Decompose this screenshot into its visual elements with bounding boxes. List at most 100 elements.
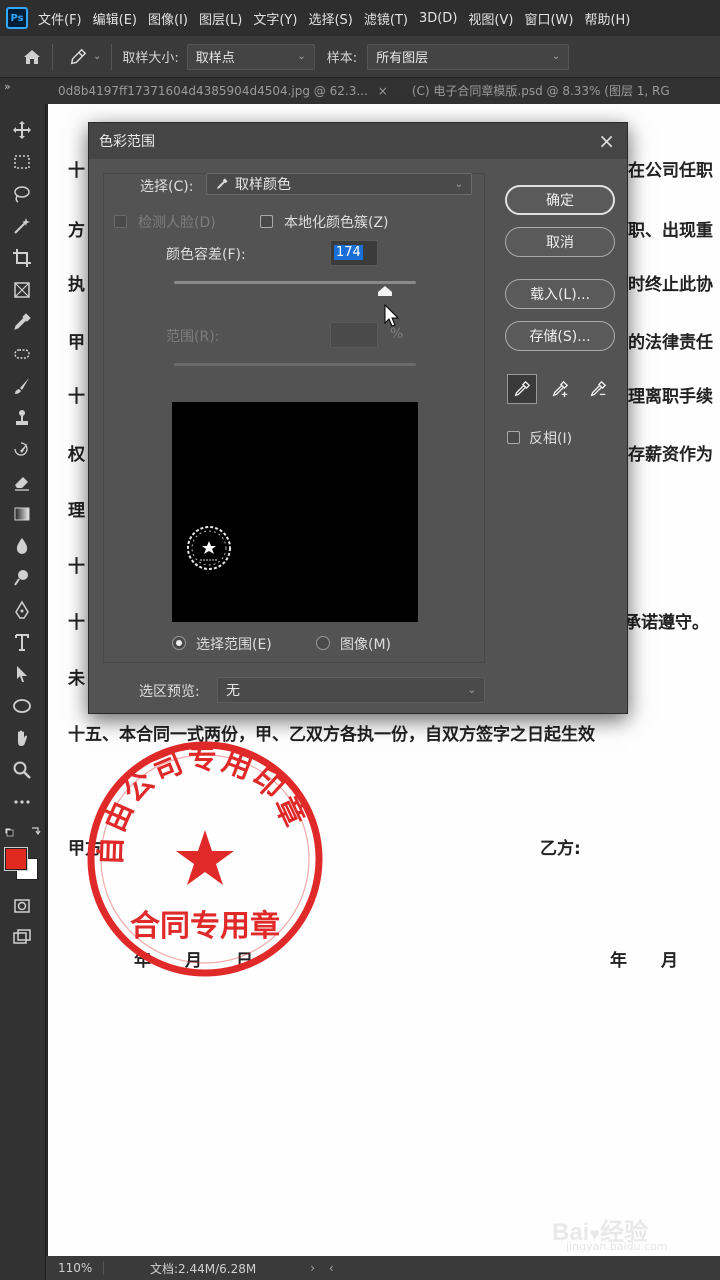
frame-tool-icon[interactable]: [8, 276, 36, 304]
doc-line-5-start: 十: [68, 387, 85, 407]
select-dropdown[interactable]: 取样颜色 ⌄: [206, 173, 472, 195]
blur-tool-icon[interactable]: [8, 532, 36, 560]
brush-tool-icon[interactable]: [8, 372, 36, 400]
doc-line-3-start: 执: [68, 275, 85, 295]
chevron-down-icon: ⌄: [551, 51, 561, 62]
chevron-left-icon[interactable]: ‹: [329, 1261, 334, 1275]
localized-clusters-checkbox[interactable]: [260, 215, 273, 228]
marquee-tool-icon[interactable]: [8, 148, 36, 176]
range-slider-track: [174, 363, 416, 366]
eraser-tool-icon[interactable]: [8, 468, 36, 496]
sample-size-value: 取样点: [195, 51, 235, 66]
path-selection-tool-icon[interactable]: [8, 660, 36, 688]
menu-layer[interactable]: 图层(L): [199, 9, 242, 28]
swap-colors-icon[interactable]: [4, 826, 42, 840]
history-brush-tool-icon[interactable]: [8, 436, 36, 464]
home-icon[interactable]: [22, 47, 42, 67]
lasso-tool-icon[interactable]: [8, 180, 36, 208]
sample-value: 所有图层: [376, 51, 429, 66]
menu-3d[interactable]: 3D(D): [419, 11, 457, 26]
load-button[interactable]: 载入(L)...: [505, 279, 615, 309]
selection-radio-label: 选择范围(E): [196, 637, 272, 653]
tab-document-2[interactable]: (C) 电子合同章模版.psd @ 8.33% (图层 1, RG: [400, 78, 682, 104]
zoom-tool-icon[interactable]: [8, 756, 36, 784]
close-icon[interactable]: ×: [598, 129, 615, 153]
panel-collapse-toggle[interactable]: »: [0, 78, 46, 104]
doc-line-9-start: 十: [68, 613, 85, 633]
watermark-url: jingyan.baidu.com: [566, 1240, 668, 1253]
doc-line-2-end: 职、出现重: [628, 221, 713, 241]
selection-preview-image: [172, 402, 418, 622]
photoshop-logo-icon[interactable]: Ps: [6, 7, 28, 29]
doc-line-4-start: 甲: [68, 333, 85, 353]
chevron-down-icon: ⌄: [467, 684, 476, 696]
sample-dropdown[interactable]: 所有图层 ⌄: [367, 43, 570, 70]
fuzziness-value: 174: [334, 245, 363, 260]
chevron-right-icon[interactable]: ›: [310, 1261, 315, 1275]
selection-preview-label: 选区预览:: [139, 684, 200, 700]
sample-size-dropdown[interactable]: 取样点 ⌄: [186, 43, 315, 70]
menu-filter[interactable]: 滤镜(T): [364, 9, 408, 28]
select-label: 选择(C):: [140, 179, 194, 195]
close-icon[interactable]: ×: [378, 84, 388, 98]
eyedropper-subtract-icon[interactable]: [583, 374, 613, 404]
select-value: 取样颜色: [235, 177, 291, 193]
chevron-down-icon: ⌄: [297, 51, 306, 62]
selection-radio[interactable]: [172, 636, 186, 650]
image-radio[interactable]: [316, 636, 330, 650]
fuzziness-slider-thumb[interactable]: [377, 284, 392, 296]
cancel-button[interactable]: 取消: [505, 227, 615, 257]
menu-image[interactable]: 图像(I): [148, 9, 188, 28]
menu-view[interactable]: 视图(V): [468, 9, 513, 28]
menu-help[interactable]: 帮助(H): [584, 9, 630, 28]
doc-line-9-end: 承诺遵守。: [624, 613, 709, 633]
gradient-tool-icon[interactable]: [8, 500, 36, 528]
foreground-color-swatch[interactable]: [4, 847, 28, 871]
type-tool-icon[interactable]: [8, 628, 36, 656]
menu-window[interactable]: 窗口(W): [524, 9, 573, 28]
tab-document-1[interactable]: 0d8b4197ff17371604d4385904d4504.jpg @ 62…: [46, 78, 400, 104]
ok-button[interactable]: 确定: [505, 185, 615, 215]
image-radio-label: 图像(M): [340, 637, 392, 653]
more-tools-icon[interactable]: [8, 788, 36, 816]
company-seal-icon: 自由公司专用印章 合同专用章: [87, 741, 323, 977]
tab-label: 0d8b4197ff17371604d4385904d4504.jpg @ 62…: [58, 84, 368, 98]
detect-faces-checkbox[interactable]: [114, 215, 127, 228]
selection-preview-dropdown[interactable]: 无 ⌄: [217, 677, 485, 703]
screen-mode-icon[interactable]: [8, 924, 36, 952]
range-unit: %: [390, 326, 404, 342]
quick-mask-icon[interactable]: [8, 892, 36, 920]
invert-checkbox[interactable]: [507, 431, 520, 444]
crop-tool-icon[interactable]: [8, 244, 36, 272]
save-button[interactable]: 存储(S)...: [505, 321, 615, 351]
party-b-date: 年 月: [610, 951, 678, 971]
doc-line-1-start: 十: [68, 161, 85, 181]
eyedropper-preset-icon[interactable]: ⌄: [69, 48, 101, 66]
hand-tool-icon[interactable]: [8, 724, 36, 752]
ellipse-tool-icon[interactable]: [8, 692, 36, 720]
sample-label: 样本:: [326, 51, 358, 66]
doc-line-6-end: 存薪资作为: [628, 445, 713, 465]
zoom-level[interactable]: 110%: [46, 1261, 104, 1275]
fuzziness-label: 颜色容差(F):: [166, 247, 246, 263]
dodge-tool-icon[interactable]: [8, 564, 36, 592]
dialog-titlebar[interactable]: 色彩范围 ×: [89, 123, 627, 159]
invert-label: 反相(I): [529, 431, 573, 447]
doc-line-3-end: 时终止此协: [628, 275, 713, 295]
clone-stamp-tool-icon[interactable]: [8, 404, 36, 432]
pen-tool-icon[interactable]: [8, 596, 36, 624]
document-size: 文档:2.44M/6.28M: [150, 1261, 257, 1276]
menu-file[interactable]: 文件(F): [38, 9, 82, 28]
menu-select[interactable]: 选择(S): [308, 9, 352, 28]
selection-preview-value: 无: [226, 683, 240, 699]
move-tool-icon[interactable]: [8, 116, 36, 144]
healing-brush-tool-icon[interactable]: [8, 340, 36, 368]
magic-wand-tool-icon[interactable]: [8, 212, 36, 240]
fuzziness-input[interactable]: 174: [330, 240, 378, 266]
eyedropper-sample-icon[interactable]: [507, 374, 537, 404]
eyedropper-add-icon[interactable]: [545, 374, 575, 404]
eyedropper-tool-icon[interactable]: [8, 308, 36, 336]
eyedropper-icon: [217, 178, 228, 189]
menu-edit[interactable]: 编辑(E): [93, 9, 137, 28]
menu-type[interactable]: 文字(Y): [253, 9, 297, 28]
